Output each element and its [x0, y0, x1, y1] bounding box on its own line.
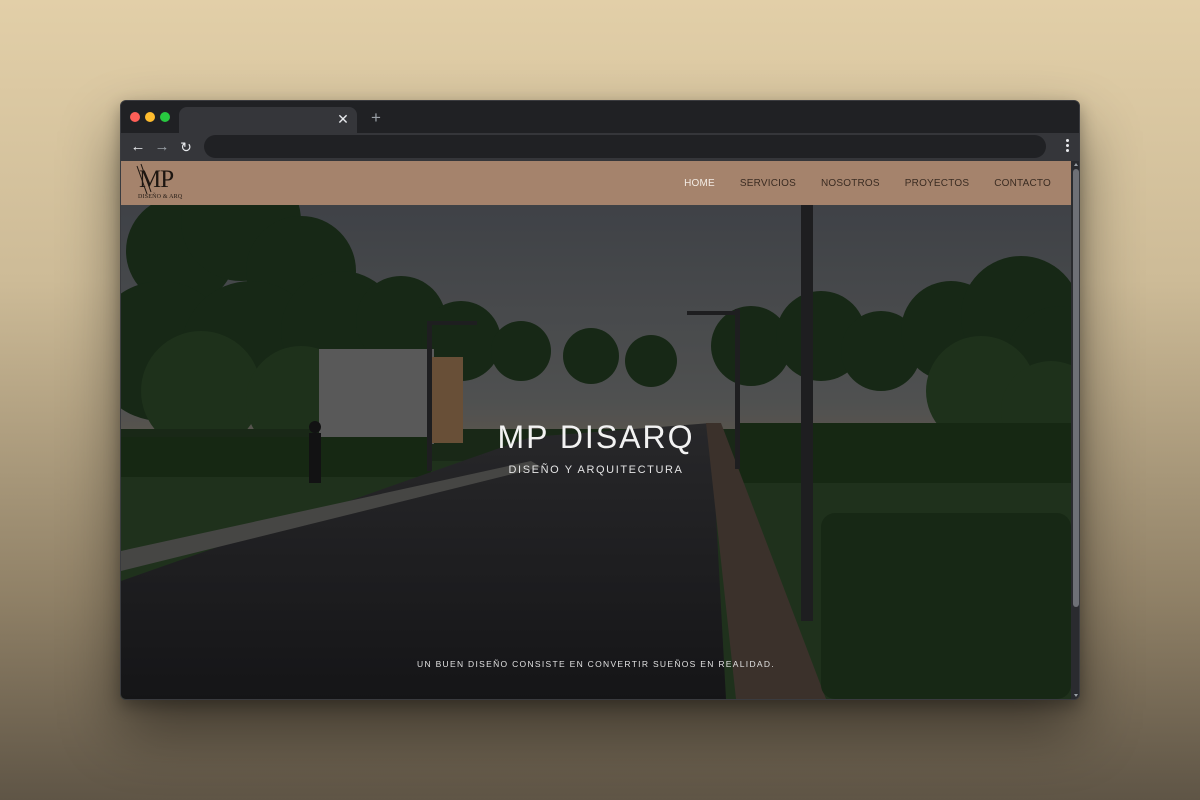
tab-bar: ✕ + [121, 101, 1079, 133]
scroll-down-icon[interactable] [1074, 694, 1078, 697]
zoom-window-button[interactable] [160, 112, 170, 122]
hero-section: MP DISARQ DISEÑO Y ARQUITECTURA UN BUEN … [121, 161, 1071, 699]
browser-toolbar: ← → ↻ [121, 133, 1079, 161]
kebab-menu-icon[interactable] [1061, 137, 1073, 157]
nav-link-contacto[interactable]: CONTACTO [994, 178, 1051, 189]
tab-close-icon[interactable]: ✕ [335, 110, 351, 128]
forward-arrow-icon[interactable]: → [152, 137, 172, 157]
scroll-up-icon[interactable] [1074, 163, 1078, 166]
reload-icon[interactable]: ↻ [176, 137, 196, 157]
nav-link-servicios[interactable]: SERVICIOS [740, 178, 796, 189]
scrollbar-thumb[interactable] [1073, 169, 1079, 607]
logo-mark: MP [139, 166, 174, 193]
browser-tab[interactable]: ✕ [179, 107, 357, 133]
hero-title: MP DISARQ [497, 419, 695, 455]
site-header: MP DISEÑO & ARQ HOME SERVICIOS NOSOTROS … [121, 161, 1071, 205]
main-nav: HOME SERVICIOS NOSOTROS PROYECTOS CONTAC… [684, 161, 1051, 205]
logo-tagline: DISEÑO & ARQ [138, 194, 183, 200]
site-logo[interactable]: MP DISEÑO & ARQ [135, 163, 185, 203]
nav-link-proyectos[interactable]: PROYECTOS [905, 178, 969, 189]
new-tab-icon[interactable]: + [367, 107, 385, 129]
browser-window: ✕ + ← → ↻ MP DISARQ DISEÑO Y ARQUITECTUR… [120, 100, 1080, 700]
nav-link-nosotros[interactable]: NOSOTROS [821, 178, 880, 189]
close-window-button[interactable] [130, 112, 140, 122]
nav-link-home[interactable]: HOME [684, 178, 715, 189]
hero-quote: UN BUEN DISEÑO CONSISTE EN CONVERTIR SUE… [417, 659, 775, 669]
page-viewport: MP DISARQ DISEÑO Y ARQUITECTURA UN BUEN … [121, 161, 1071, 699]
back-arrow-icon[interactable]: ← [128, 137, 148, 157]
minimize-window-button[interactable] [145, 112, 155, 122]
hero-subtitle: DISEÑO Y ARQUITECTURA [508, 464, 684, 476]
page-scrollbar[interactable] [1071, 161, 1079, 699]
address-bar[interactable] [204, 135, 1046, 158]
